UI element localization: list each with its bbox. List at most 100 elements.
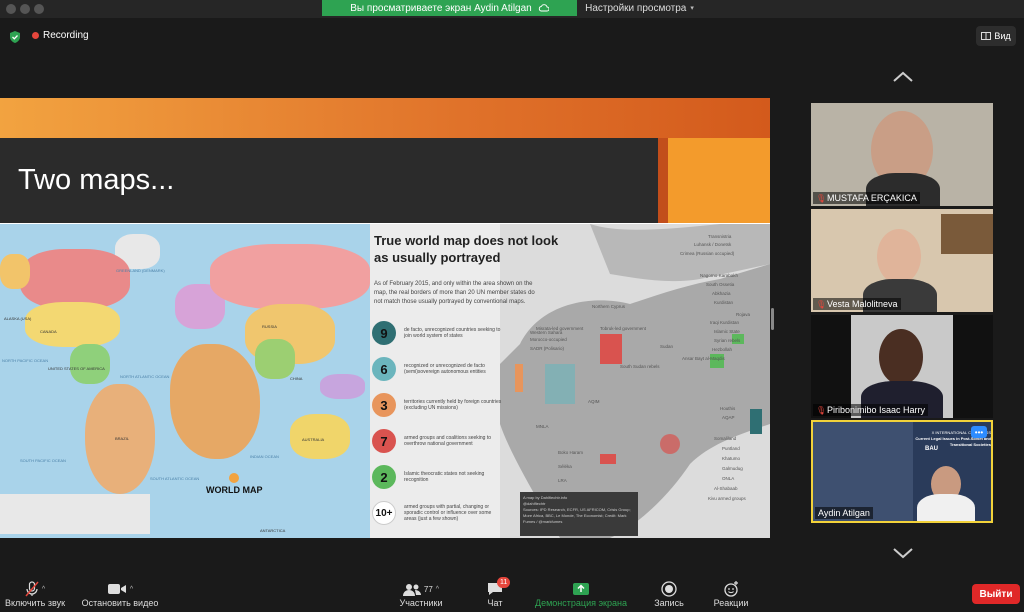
reactions-button[interactable]: Реакции: [708, 580, 754, 608]
recording-dot-icon: [32, 32, 39, 39]
region-label: ONLA: [722, 476, 735, 481]
world-map-title: WORLD MAP: [206, 472, 263, 495]
recording-indicator[interactable]: Recording: [32, 30, 89, 41]
chevron-up-icon[interactable]: ^: [42, 586, 45, 593]
region-label: South Ossetia: [706, 282, 735, 287]
participant-tile[interactable]: 🎙︎ Vesta Malolitneva: [811, 209, 993, 312]
share-banner: Вы просматриваете экран Aydin Atilgan На…: [322, 0, 702, 16]
region-label: Northern Cyprus: [592, 304, 626, 309]
shared-slide: Two maps... GREENLAND (DENMARK) CANADA A…: [0, 98, 770, 538]
region-label: Nagorno-Karabakh: [700, 273, 739, 278]
security-shield-icon[interactable]: [8, 30, 22, 44]
legend-number: 2: [372, 465, 396, 489]
chevron-up-icon[interactable]: ^: [130, 586, 133, 593]
map-label: GREENLAND (DENMARK): [116, 268, 165, 273]
credits-sources: Sources: IPD Research, ECFR, US AFRICOM,…: [523, 507, 631, 524]
india-shape: [255, 339, 295, 379]
map-label: NORTH PACIFIC OCEAN: [2, 358, 49, 363]
leave-button[interactable]: Выйти: [972, 584, 1020, 604]
region-label: Islamic State: [714, 329, 740, 334]
infographic-intro: As of February 2015, and only within the…: [374, 281, 535, 305]
region-label: Ansar Bayt al-Maqdis: [682, 356, 725, 361]
map-label: ALASKA (USA): [4, 316, 32, 321]
region-label: Kurdistan: [714, 300, 734, 305]
scroll-up-chevron-icon[interactable]: [892, 70, 914, 84]
legend-text: territories currently held by foreign co…: [404, 399, 502, 411]
map-label: AUSTRALIA: [302, 437, 325, 442]
region-label: Hezbollah: [712, 347, 733, 352]
legend-number: 3: [372, 393, 396, 417]
participant-body: [917, 494, 975, 521]
region-label: Crimea (Russian occupied): [680, 251, 735, 256]
central-america-shape: [70, 344, 110, 384]
region-label: Kivu armed groups: [708, 496, 746, 501]
panel-resize-handle[interactable]: [771, 308, 774, 330]
usa-shape: [25, 302, 120, 347]
legend-row: 3 territories currently held by foreign …: [372, 392, 522, 418]
participant-face: [879, 329, 923, 385]
video-camera-icon: [107, 584, 126, 594]
region-label: SADR (Polisario): [530, 346, 565, 351]
view-button[interactable]: Вид: [976, 26, 1016, 46]
banner-text: Вы просматриваете экран Aydin Atilgan: [350, 2, 532, 14]
chat-label: Чат: [487, 598, 503, 608]
participant-tile[interactable]: 🎙︎ MUSTAFA ERÇAKICA: [811, 103, 993, 206]
participant-name-tag: 🎙︎ Piribonimibo Isaac Harry: [813, 404, 929, 416]
cloud-icon: [538, 4, 549, 12]
infographic-credits: A map by Dahlfiechtr.info @dahlfiechtr S…: [520, 492, 638, 536]
share-screen-button[interactable]: Демонстрация экрана: [528, 580, 634, 608]
infographic-image: True world map does not look as usually …: [370, 224, 770, 538]
participants-button[interactable]: 77 ^ Участники: [396, 580, 446, 608]
close-window-button[interactable]: [6, 4, 16, 14]
grid-icon: [981, 32, 992, 40]
record-button[interactable]: Запись: [650, 580, 688, 608]
record-icon: [661, 581, 677, 597]
canada-shape: [20, 249, 130, 309]
scroll-down-chevron-icon[interactable]: [892, 546, 914, 560]
participant-tile-active[interactable]: X INTERNATIONAL CONGRESS Current Legal I…: [811, 420, 993, 523]
view-settings-button[interactable]: Настройки просмотра ▾: [577, 0, 702, 16]
participant-name: Aydin Atilgan: [818, 508, 870, 518]
more-options-button[interactable]: •••: [971, 426, 987, 438]
region-label: Iraqi Kurdistan: [710, 320, 740, 325]
unmute-button[interactable]: ^ Включить звук: [2, 580, 68, 608]
view-button-label: Вид: [994, 31, 1011, 41]
legend-text: Islamic theocratic states not seeking re…: [404, 471, 485, 483]
minimize-window-button[interactable]: [20, 4, 30, 14]
legend-number: 10+: [372, 501, 396, 525]
participant-tile[interactable]: 🎙︎ Piribonimibo Isaac Harry: [811, 315, 993, 418]
region-label: AQIM: [588, 399, 600, 404]
chevron-down-icon: ▾: [690, 5, 694, 12]
participant-name: Piribonimibo Isaac Harry: [827, 405, 926, 415]
world-map-title-text: WORLD MAP: [206, 485, 263, 495]
legend-text: armed groups with partial, changing or s…: [404, 504, 492, 522]
mic-muted-icon: 🎙︎: [816, 193, 827, 203]
zoom-window-button[interactable]: [34, 4, 44, 14]
legend-number: 6: [372, 357, 396, 381]
stop-video-label: Остановить видео: [81, 598, 159, 608]
participant-name: MUSTAFA ERÇAKICA: [827, 193, 917, 203]
bookshelf: [941, 214, 993, 254]
region-label: Sudan: [660, 344, 674, 349]
mic-muted-icon: 🎙︎: [816, 299, 827, 309]
map-label: SOUTH ATLANTIC OCEAN: [150, 476, 200, 481]
legend-text: de facto, unrecognized countries seeking…: [404, 327, 501, 339]
slide-title: Two maps...: [18, 164, 175, 196]
stop-video-button[interactable]: ^ Остановить видео: [78, 580, 162, 608]
infographic-heading: True world map does not look as usually …: [374, 233, 559, 265]
globe-icon: [229, 473, 240, 483]
unmute-label: Включить звук: [4, 598, 66, 608]
map-label: NORTH ATLANTIC OCEAN: [120, 374, 170, 379]
map-label: SOUTH PACIFIC OCEAN: [20, 458, 66, 463]
meeting-toolbar: ^ Включить звук ^ Остановить видео 77 ^ …: [0, 574, 1024, 612]
chevron-up-icon[interactable]: ^: [436, 586, 439, 593]
viewing-share-label: Вы просматриваете экран Aydin Atilgan: [322, 0, 577, 16]
map-label: RUSSIA: [262, 324, 277, 329]
region-label: South Sudan rebels: [620, 364, 660, 369]
map-label: CANADA: [40, 329, 57, 334]
alaska-shape: [0, 254, 30, 289]
participant-name: Vesta Malolitneva: [827, 299, 898, 309]
participants-label: Участники: [399, 598, 443, 608]
region-label: Luhansk / Donetsk: [694, 242, 732, 247]
region-label: Tobruk-led government: [600, 326, 647, 331]
